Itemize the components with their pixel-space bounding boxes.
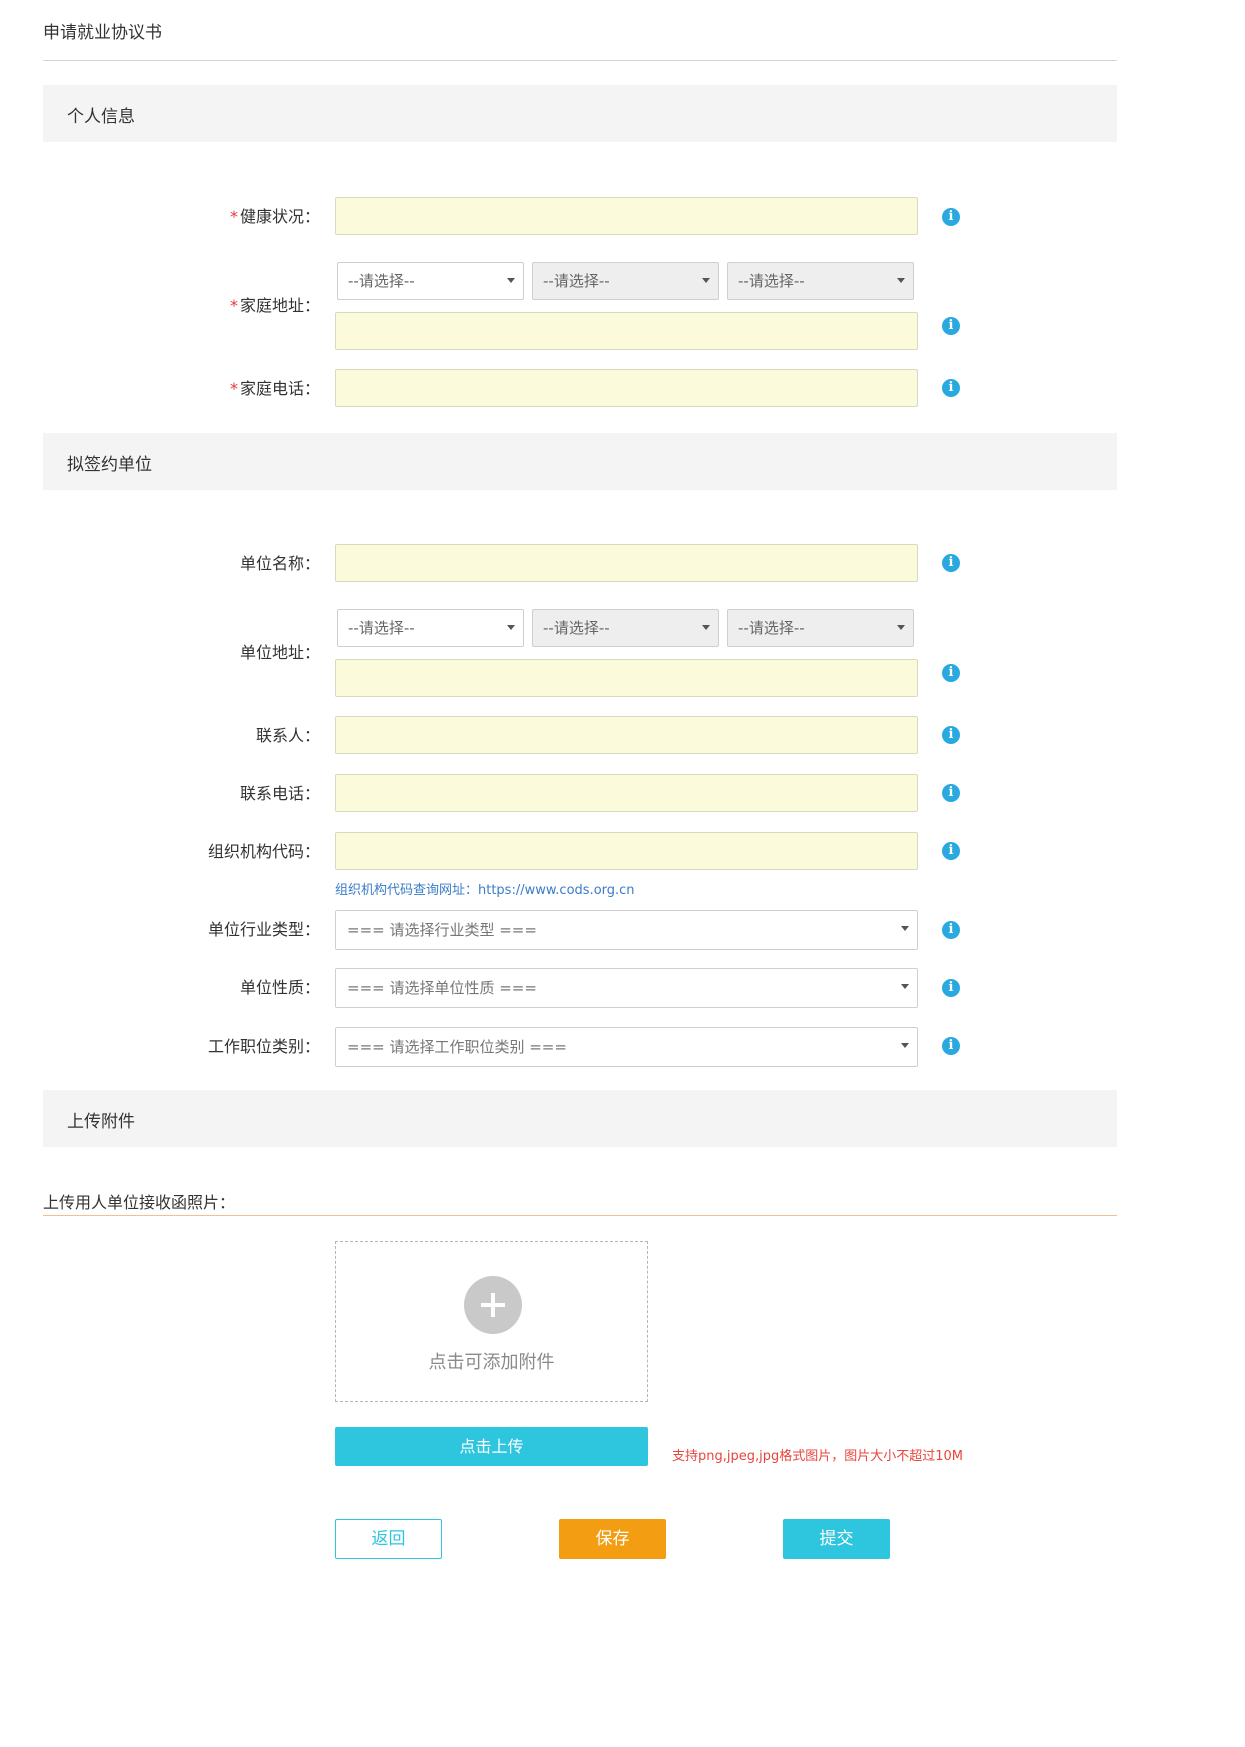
- title-divider: [43, 60, 1117, 61]
- chevron-down-icon: [507, 625, 515, 630]
- required-mark: *: [229, 296, 238, 315]
- info-icon[interactable]: i: [942, 664, 960, 682]
- info-icon[interactable]: i: [942, 317, 960, 335]
- info-icon[interactable]: i: [942, 726, 960, 744]
- section-attachments-title: 上传附件: [67, 1112, 135, 1132]
- chevron-down-icon: [897, 625, 905, 630]
- required-mark: *: [229, 207, 238, 226]
- employer-name-label: 单位名称：: [239, 554, 320, 573]
- job-category-label: 工作职位类别：: [207, 1037, 320, 1056]
- section-attachments: 上传附件: [43, 1090, 1117, 1147]
- industry-select[interactable]: === 请选择行业类型 ===: [335, 910, 918, 950]
- info-icon[interactable]: i: [942, 1037, 960, 1055]
- nature-select[interactable]: === 请选择单位性质 ===: [335, 968, 918, 1008]
- section-employer-title: 拟签约单位: [67, 455, 152, 475]
- chevron-down-icon: [507, 278, 515, 283]
- health-input[interactable]: [335, 197, 918, 235]
- home-phone-input[interactable]: [335, 369, 918, 407]
- info-icon[interactable]: i: [942, 784, 960, 802]
- back-button[interactable]: 返回: [335, 1519, 442, 1559]
- home-district-select[interactable]: --请选择--: [727, 262, 914, 300]
- info-icon[interactable]: i: [942, 554, 960, 572]
- nature-label: 单位性质：: [239, 978, 320, 997]
- org-code-input[interactable]: [335, 832, 918, 870]
- home-address-input[interactable]: [335, 312, 918, 350]
- org-code-lookup-link[interactable]: 组织机构代码查询网址：https://www.cods.org.cn: [335, 879, 635, 898]
- contact-phone-label: 联系电话：: [239, 784, 320, 803]
- org-code-label: 组织机构代码：: [207, 842, 320, 861]
- industry-label: 单位行业类型：: [207, 920, 320, 939]
- upload-button[interactable]: 点击上传: [335, 1427, 648, 1466]
- upload-format-note: 支持png,jpeg,jpg格式图片，图片大小不超过10M: [672, 1449, 963, 1464]
- chevron-down-icon: [901, 984, 909, 989]
- upload-heading: 上传用人单位接收函照片：: [43, 1193, 236, 1212]
- plus-icon: [464, 1276, 522, 1334]
- contact-input[interactable]: [335, 716, 918, 754]
- employer-address-input[interactable]: [335, 659, 918, 697]
- section-personal-info-title: 个人信息: [67, 107, 135, 127]
- chevron-down-icon: [901, 1043, 909, 1048]
- info-icon[interactable]: i: [942, 979, 960, 997]
- section-personal-info: 个人信息: [43, 85, 1117, 142]
- chevron-down-icon: [901, 926, 909, 931]
- chevron-down-icon: [897, 278, 905, 283]
- employer-address-label: 单位地址：: [239, 643, 320, 662]
- submit-button[interactable]: 提交: [783, 1519, 890, 1559]
- contact-label: 联系人：: [255, 726, 320, 745]
- section-employer: 拟签约单位: [43, 433, 1117, 490]
- job-category-select[interactable]: === 请选择工作职位类别 ===: [335, 1027, 918, 1067]
- health-label: * 健康状况：: [229, 207, 320, 226]
- home-address-label: * 家庭地址：: [229, 296, 320, 315]
- chevron-down-icon: [702, 625, 710, 630]
- employer-name-input[interactable]: [335, 544, 918, 582]
- dropzone-text: 点击可添加附件: [428, 1352, 555, 1373]
- employer-city-select[interactable]: --请选择--: [532, 609, 719, 647]
- info-icon[interactable]: i: [942, 921, 960, 939]
- contact-phone-input[interactable]: [335, 774, 918, 812]
- chevron-down-icon: [702, 278, 710, 283]
- info-icon[interactable]: i: [942, 379, 960, 397]
- employer-district-select[interactable]: --请选择--: [727, 609, 914, 647]
- attachment-dropzone[interactable]: 点击可添加附件: [335, 1241, 648, 1402]
- save-button[interactable]: 保存: [559, 1519, 666, 1559]
- page-title: 申请就业协议书: [43, 23, 162, 43]
- home-province-select[interactable]: --请选择--: [337, 262, 524, 300]
- home-phone-label: * 家庭电话：: [229, 379, 320, 398]
- upload-divider: [43, 1215, 1117, 1216]
- info-icon[interactable]: i: [942, 842, 960, 860]
- info-icon[interactable]: i: [942, 208, 960, 226]
- home-city-select[interactable]: --请选择--: [532, 262, 719, 300]
- employer-province-select[interactable]: --请选择--: [337, 609, 524, 647]
- required-mark: *: [229, 379, 238, 398]
